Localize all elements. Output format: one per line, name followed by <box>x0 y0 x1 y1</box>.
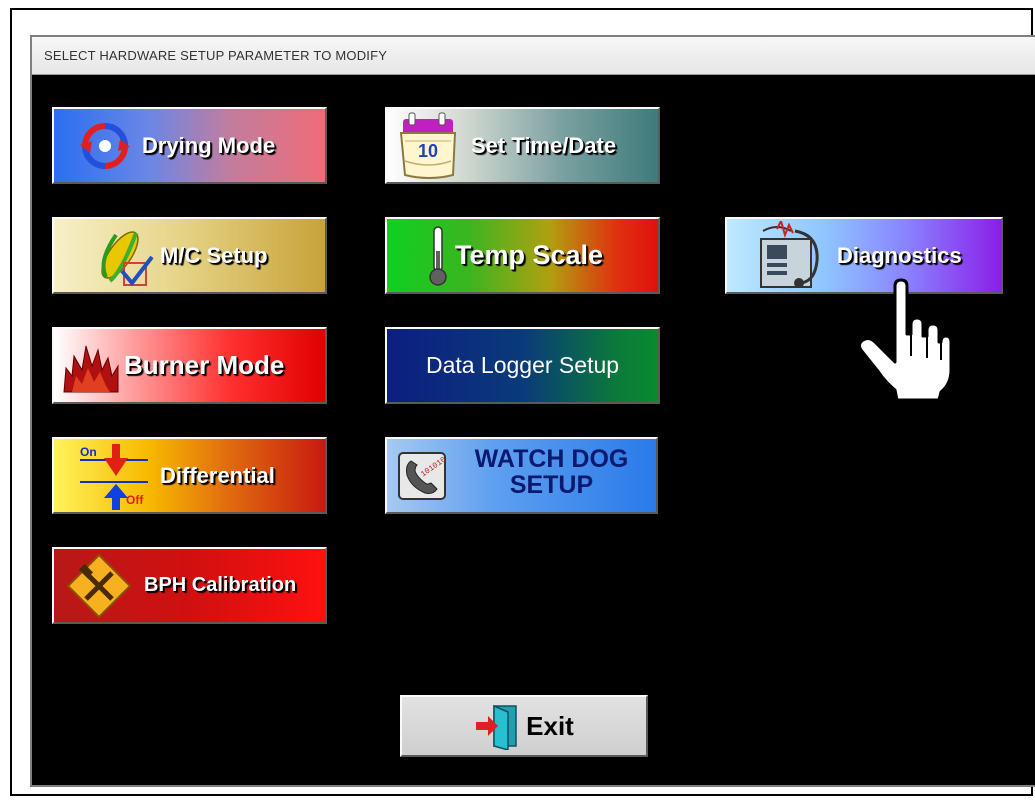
drying-mode-button[interactable]: Drying Mode <box>52 107 327 184</box>
differential-button[interactable]: On Off Differential <box>52 437 327 514</box>
thermometer-icon <box>429 225 447 286</box>
phone-binary-icon: 101010 <box>398 451 447 500</box>
burner-mode-label: Burner Mode <box>124 350 285 380</box>
stethoscope-monitor-icon <box>760 220 819 288</box>
burner-mode-button[interactable]: Burner Mode <box>52 327 327 404</box>
watch-dog-label-line2: SETUP <box>509 470 594 499</box>
bph-calibration-label: BPH Calibration <box>144 574 297 596</box>
watch-dog-label-line1: WATCH DOG <box>474 444 629 473</box>
watch-dog-setup-button[interactable]: 101010 WATCH DOG SETUP <box>385 437 658 514</box>
set-time-date-button[interactable]: 10 Set Time/Date <box>385 107 660 184</box>
exit-door-icon <box>476 704 517 750</box>
mc-setup-label: M/C Setup <box>160 242 268 268</box>
window-title: SELECT HARDWARE SETUP PARAMETER TO MODIF… <box>32 37 1035 75</box>
refresh-arrows-icon <box>80 122 130 169</box>
calendar-icon: 10 <box>399 112 457 179</box>
temp-scale-button[interactable]: Temp Scale <box>385 217 660 294</box>
exit-button[interactable]: Exit <box>400 695 648 757</box>
bph-calibration-button[interactable]: BPH Calibration <box>52 547 327 624</box>
watch-dog-label: WATCH DOG SETUP <box>447 446 656 498</box>
diagnostics-label: Diagnostics <box>837 242 962 268</box>
data-logger-setup-button[interactable]: Data Logger Setup <box>385 327 660 404</box>
icon-off-text: Off <box>126 493 144 507</box>
fire-icon <box>63 345 119 392</box>
calendar-day-text: 10 <box>418 141 438 161</box>
temp-scale-label: Temp Scale <box>455 240 604 270</box>
pointing-hand-icon <box>857 278 953 402</box>
data-logger-setup-label: Data Logger Setup <box>425 352 620 378</box>
tools-diamond-icon <box>66 553 132 618</box>
icon-on-text: On <box>80 445 97 459</box>
exit-label: Exit <box>526 710 574 741</box>
differential-label: Differential <box>160 462 275 488</box>
drying-mode-label: Drying Mode <box>142 132 276 158</box>
corn-checkbox-icon <box>101 230 154 286</box>
mc-setup-button[interactable]: M/C Setup <box>52 217 327 294</box>
on-off-arrows-icon: On Off <box>80 443 148 510</box>
set-time-date-label: Set Time/Date <box>471 132 617 158</box>
